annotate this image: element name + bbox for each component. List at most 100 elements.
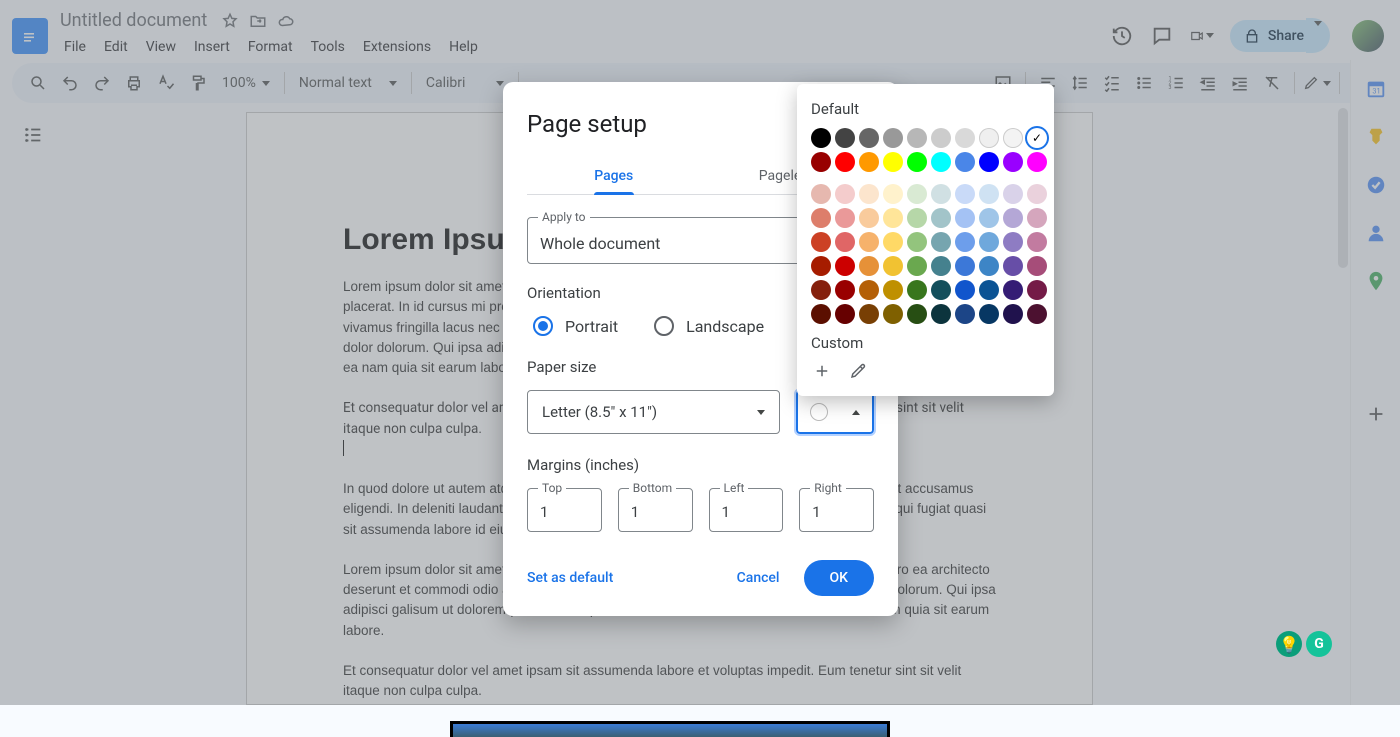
color-swatch[interactable] [1003, 128, 1023, 148]
color-swatch[interactable] [811, 152, 831, 172]
color-swatch[interactable] [907, 232, 927, 252]
color-swatch[interactable] [835, 184, 855, 204]
color-swatch[interactable] [859, 128, 879, 148]
color-swatch[interactable] [979, 208, 999, 228]
color-swatch[interactable] [931, 128, 951, 148]
color-swatch[interactable] [883, 184, 903, 204]
color-swatch[interactable] [931, 232, 951, 252]
color-swatch[interactable] [979, 280, 999, 300]
color-swatch[interactable] [931, 256, 951, 276]
grammarly-badge-icon[interactable]: G [1306, 631, 1332, 657]
color-swatch[interactable] [1027, 208, 1047, 228]
color-swatch[interactable] [883, 304, 903, 324]
color-swatch[interactable] [979, 256, 999, 276]
color-swatch[interactable] [907, 208, 927, 228]
color-swatch[interactable] [1003, 304, 1023, 324]
color-swatch[interactable] [1003, 280, 1023, 300]
color-swatch[interactable] [859, 232, 879, 252]
page-color-select[interactable] [796, 390, 874, 434]
grammarly-widget[interactable]: 💡 G [1276, 631, 1332, 657]
color-swatch[interactable] [835, 208, 855, 228]
color-swatch[interactable] [1027, 152, 1047, 172]
color-swatch[interactable] [931, 152, 951, 172]
orientation-portrait-radio[interactable]: Portrait [533, 316, 618, 336]
orientation-landscape-radio[interactable]: Landscape [654, 316, 764, 336]
color-swatch[interactable] [979, 128, 999, 148]
color-swatch[interactable] [811, 208, 831, 228]
color-swatch[interactable] [1003, 208, 1023, 228]
color-swatch[interactable] [811, 280, 831, 300]
color-swatch[interactable] [859, 256, 879, 276]
color-swatch[interactable] [907, 128, 927, 148]
color-swatch[interactable] [955, 232, 975, 252]
color-swatch[interactable] [907, 152, 927, 172]
margin-bottom-input[interactable]: Bottom1 [618, 488, 693, 532]
color-swatch[interactable] [1027, 256, 1047, 276]
doc-image[interactable] [450, 721, 890, 737]
color-swatch[interactable] [955, 280, 975, 300]
color-swatch[interactable] [835, 128, 855, 148]
set-as-default-button[interactable]: Set as default [527, 570, 613, 586]
color-swatch[interactable] [1003, 184, 1023, 204]
color-swatch[interactable] [883, 152, 903, 172]
tab-pages[interactable]: Pages [527, 158, 701, 194]
color-swatch[interactable] [859, 280, 879, 300]
color-swatch[interactable] [835, 280, 855, 300]
paper-size-select[interactable]: Letter (8.5" x 11") [527, 390, 780, 434]
cancel-button[interactable]: Cancel [737, 570, 780, 586]
color-swatch[interactable] [979, 304, 999, 324]
color-swatch[interactable] [811, 128, 831, 148]
color-swatch[interactable] [955, 208, 975, 228]
color-swatch[interactable] [883, 256, 903, 276]
color-swatch[interactable] [883, 232, 903, 252]
eyedropper-icon[interactable] [847, 360, 869, 382]
margin-right-input[interactable]: Right1 [799, 488, 874, 532]
color-swatch[interactable] [811, 256, 831, 276]
color-swatch[interactable] [1027, 304, 1047, 324]
color-swatch[interactable] [1027, 232, 1047, 252]
color-swatch[interactable] [955, 304, 975, 324]
apply-to-label: Apply to [538, 210, 590, 224]
color-swatch[interactable] [1027, 184, 1047, 204]
margin-left-input[interactable]: Left1 [709, 488, 784, 532]
color-swatch[interactable] [859, 184, 879, 204]
color-swatch[interactable] [955, 152, 975, 172]
add-custom-color-icon[interactable] [811, 360, 833, 382]
ok-button[interactable]: OK [804, 560, 875, 596]
color-swatch[interactable] [835, 304, 855, 324]
color-swatch[interactable] [883, 208, 903, 228]
color-swatch[interactable] [859, 152, 879, 172]
color-swatch[interactable] [835, 152, 855, 172]
color-swatch[interactable] [931, 280, 951, 300]
grammarly-bulb-icon[interactable]: 💡 [1276, 631, 1302, 657]
color-swatch[interactable] [1003, 152, 1023, 172]
color-swatch[interactable] [1027, 128, 1047, 148]
color-swatch[interactable] [811, 232, 831, 252]
color-swatch[interactable] [979, 184, 999, 204]
color-swatch[interactable] [1027, 280, 1047, 300]
color-swatch[interactable] [1003, 256, 1023, 276]
color-swatch[interactable] [1003, 232, 1023, 252]
color-swatch[interactable] [979, 232, 999, 252]
paper-size-value: Letter (8.5" x 11") [542, 403, 657, 421]
color-swatch[interactable] [907, 184, 927, 204]
color-swatch[interactable] [931, 208, 951, 228]
color-swatch[interactable] [931, 184, 951, 204]
color-swatch[interactable] [859, 208, 879, 228]
color-swatch[interactable] [979, 152, 999, 172]
color-swatch[interactable] [907, 280, 927, 300]
color-swatch[interactable] [811, 304, 831, 324]
color-swatch[interactable] [859, 304, 879, 324]
color-swatch[interactable] [835, 232, 855, 252]
color-swatch[interactable] [835, 256, 855, 276]
color-swatch[interactable] [883, 128, 903, 148]
color-swatch[interactable] [811, 184, 831, 204]
color-swatch[interactable] [955, 256, 975, 276]
color-swatch[interactable] [883, 280, 903, 300]
margin-top-input[interactable]: Top1 [527, 488, 602, 532]
color-swatch[interactable] [955, 184, 975, 204]
color-swatch[interactable] [931, 304, 951, 324]
color-swatch[interactable] [955, 128, 975, 148]
color-swatch[interactable] [907, 256, 927, 276]
color-swatch[interactable] [907, 304, 927, 324]
